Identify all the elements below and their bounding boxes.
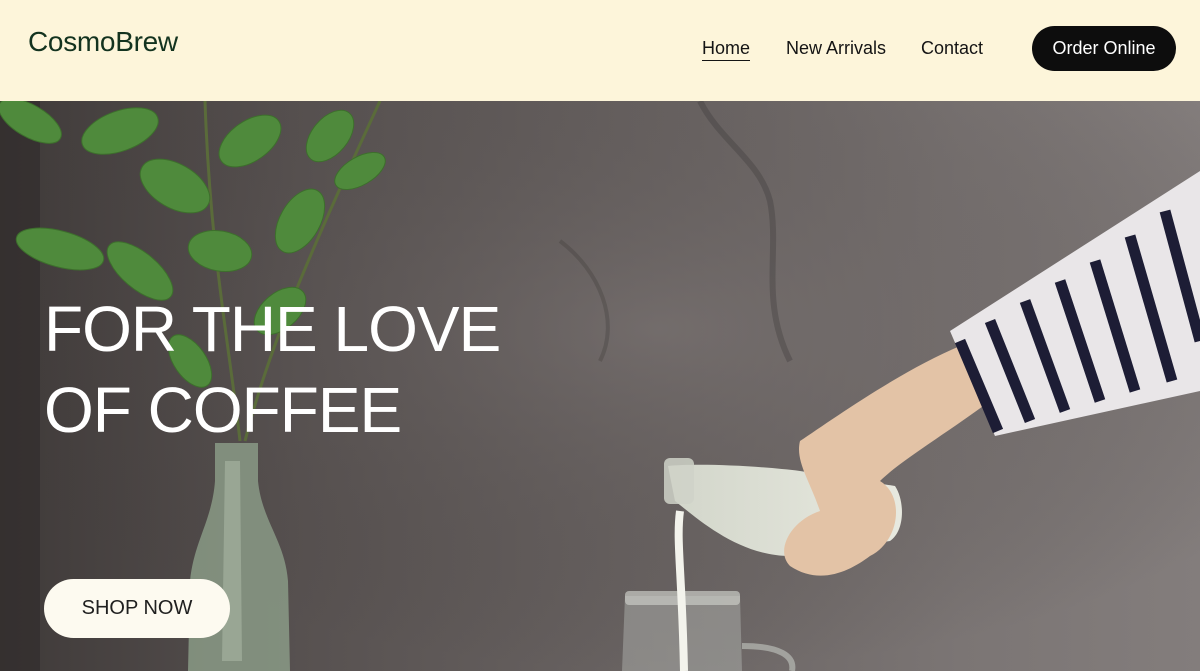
- nav-new-arrivals-link[interactable]: New Arrivals: [786, 38, 886, 59]
- hero-title-line-2: OF COFFEE: [44, 374, 402, 446]
- hero-title: FOR THE LOVE OF COFFEE: [44, 289, 604, 451]
- nav-contact-link[interactable]: Contact: [921, 38, 983, 59]
- shop-now-button[interactable]: SHOP NOW: [44, 579, 230, 638]
- hero-title-line-1: FOR THE LOVE: [44, 293, 501, 365]
- hero-section: FOR THE LOVE OF COFFEE SHOP NOW: [0, 101, 1200, 671]
- nav-home-link[interactable]: Home: [702, 38, 751, 61]
- brand-logo[interactable]: CosmoBrew: [28, 26, 178, 58]
- site-header: CosmoBrew Home New Arrivals Contact Orde…: [0, 0, 1200, 101]
- order-online-button[interactable]: Order Online: [1032, 26, 1176, 71]
